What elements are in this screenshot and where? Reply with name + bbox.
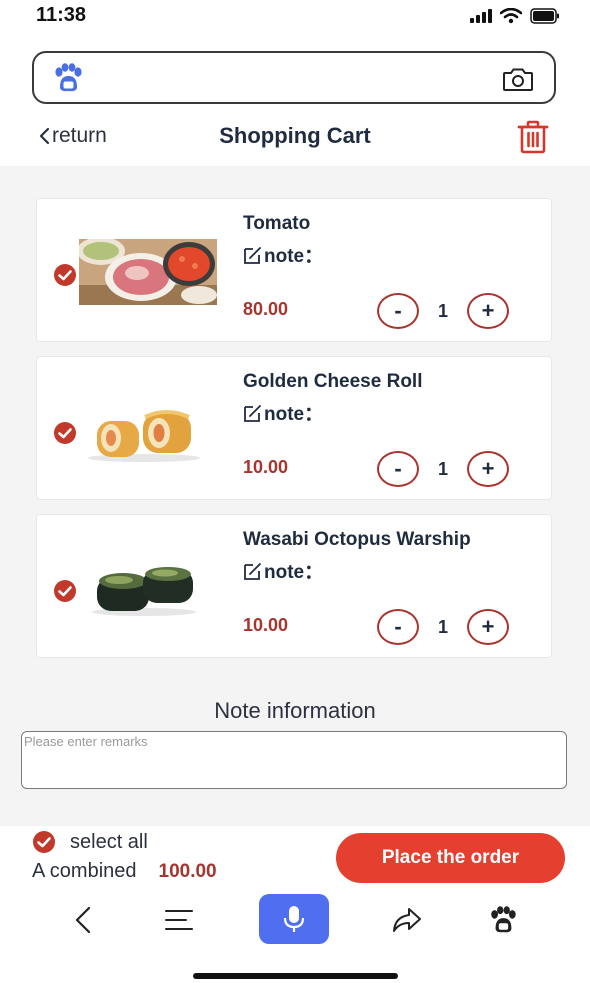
header: return Shopping Cart — [0, 110, 590, 166]
select-all-toggle[interactable]: select all — [32, 830, 148, 854]
item-name: Tomato — [243, 213, 311, 234]
quantity-value: 1 — [437, 458, 448, 479]
item-image — [88, 410, 200, 462]
trash-icon[interactable] — [517, 120, 549, 154]
cart-item: Wasabi Octopus Warship note： 10.00 - 1 + — [36, 514, 552, 658]
item-image — [79, 239, 217, 305]
edit-icon — [244, 246, 261, 264]
back-arrow-icon — [75, 906, 91, 934]
battery-icon — [530, 8, 559, 24]
item-note-label: note： — [264, 246, 324, 267]
check-icon[interactable] — [53, 263, 77, 287]
quantity-value: 1 — [437, 616, 448, 637]
item-note-label: note： — [264, 562, 324, 583]
remarks-input[interactable] — [21, 731, 567, 789]
place-order-button[interactable]: Place the order — [336, 833, 565, 883]
cart-item: Tomato note： 80.00 - 1 + — [36, 198, 552, 342]
select-all-label: select all — [70, 830, 148, 853]
item-price: 10.00 — [243, 615, 289, 635]
quantity-stepper: - 1 + — [377, 293, 509, 329]
item-note[interactable]: note： — [243, 399, 323, 426]
check-icon[interactable] — [53, 579, 77, 603]
status-bar: 11:38 — [0, 0, 590, 36]
nav-home-button[interactable] — [468, 894, 538, 946]
item-note[interactable]: note： — [243, 241, 323, 268]
item-price: 80.00 — [243, 299, 289, 319]
quantity-stepper: - 1 + — [377, 451, 509, 487]
nav-back-button[interactable] — [48, 894, 118, 946]
edit-icon — [244, 404, 261, 422]
increase-button[interactable]: + — [467, 451, 509, 487]
status-time: 11:38 — [36, 4, 87, 26]
item-price: 10.00 — [243, 457, 289, 477]
decrease-button[interactable]: - — [377, 609, 419, 645]
paw-icon — [491, 906, 516, 933]
check-icon[interactable] — [53, 421, 77, 445]
paw-icon[interactable] — [52, 63, 84, 93]
wifi-icon — [500, 8, 522, 24]
quantity-stepper: - 1 + — [377, 609, 509, 645]
item-name: Wasabi Octopus Warship — [243, 529, 471, 550]
combined-total: 100.00 — [158, 861, 217, 882]
combined-label: A combined — [32, 860, 137, 882]
search-bar[interactable] — [32, 51, 556, 104]
mic-icon — [283, 906, 305, 932]
voice-search-button[interactable] — [259, 894, 329, 944]
item-note[interactable]: note： — [243, 557, 323, 584]
item-image — [92, 567, 196, 616]
item-name: Golden Cheese Roll — [243, 371, 423, 392]
item-note-label: note： — [264, 404, 324, 425]
note-information-title: Note information — [214, 698, 376, 723]
page-title: Shopping Cart — [219, 123, 371, 148]
combined-total-row: A combined 100.00 — [32, 860, 217, 883]
nav-menu-button[interactable] — [144, 894, 214, 946]
increase-button[interactable]: + — [467, 609, 509, 645]
decrease-button[interactable]: - — [377, 293, 419, 329]
status-icons — [470, 8, 560, 24]
edit-icon — [244, 562, 261, 580]
menu-icon — [165, 910, 193, 930]
increase-button[interactable]: + — [467, 293, 509, 329]
camera-icon[interactable] — [502, 66, 534, 92]
nav-share-button[interactable] — [372, 894, 442, 946]
bottom-nav — [0, 890, 590, 950]
decrease-button[interactable]: - — [377, 451, 419, 487]
quantity-value: 1 — [437, 300, 448, 321]
share-icon — [393, 908, 421, 932]
cart-area: Tomato note： 80.00 - 1 + Golden Cheese R… — [0, 166, 590, 826]
cart-item: Golden Cheese Roll note： 10.00 - 1 + — [36, 356, 552, 500]
signal-icon — [470, 9, 492, 23]
home-indicator — [193, 973, 398, 979]
check-icon — [33, 831, 55, 853]
